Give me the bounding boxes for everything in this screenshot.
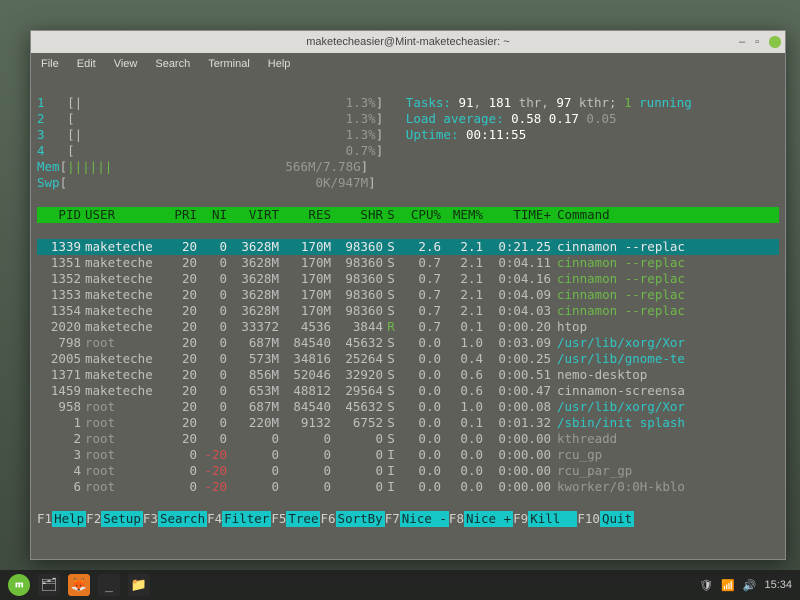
- fkey-tree[interactable]: F5Tree: [271, 511, 320, 527]
- process-row[interactable]: 2020maketeche2003337245363844R0.70.10:00…: [37, 319, 779, 335]
- fkey-filter[interactable]: F4Filter: [207, 511, 271, 527]
- menu-terminal[interactable]: Terminal: [208, 58, 250, 70]
- network-icon[interactable]: 📶: [721, 579, 735, 592]
- process-row[interactable]: 2005maketeche200573M3481625264S0.00.40:0…: [37, 351, 779, 367]
- fkey-quit[interactable]: F10Quit: [577, 511, 634, 527]
- minimize-icon[interactable]: –: [739, 36, 745, 48]
- fkey-kill[interactable]: F9Kill: [513, 511, 577, 527]
- terminal-body[interactable]: 1 [| 1.3%] Tasks: 91, 181 thr, 97 kthr; …: [31, 75, 785, 559]
- terminal-taskbar-icon[interactable]: _: [98, 574, 120, 596]
- firefox-icon[interactable]: 🦊: [68, 574, 90, 596]
- process-row[interactable]: 3root0-20000I0.00.00:00.00rcu_gp: [37, 447, 779, 463]
- column-header[interactable]: PIDUSERPRINIVIRTRESSHRSCPU%MEM%TIME+Comm…: [37, 207, 779, 223]
- process-row[interactable]: 1root200220M91326752S0.00.10:01.32/sbin/…: [37, 415, 779, 431]
- menu-file[interactable]: File: [41, 58, 59, 70]
- process-row[interactable]: 1353maketeche2003628M170M98360S0.72.10:0…: [37, 287, 779, 303]
- process-row[interactable]: 1352maketeche2003628M170M98360S0.72.10:0…: [37, 271, 779, 287]
- volume-icon[interactable]: 🔊: [743, 579, 757, 592]
- process-row[interactable]: 1339maketeche2003628M170M98360S2.62.10:2…: [37, 239, 779, 255]
- menu-help[interactable]: Help: [268, 58, 291, 70]
- menu-search[interactable]: Search: [155, 58, 190, 70]
- fkey-sortby[interactable]: F6SortBy: [320, 511, 384, 527]
- fkey-nice +[interactable]: F8Nice +: [449, 511, 513, 527]
- close-icon[interactable]: [769, 36, 781, 48]
- taskbar[interactable]: 🗂 🦊 _ 📁 🛡 📶 🔊 15:34: [0, 570, 800, 600]
- fkey-setup[interactable]: F2Setup: [86, 511, 143, 527]
- fkey-help[interactable]: F1Help: [37, 511, 86, 527]
- maximize-icon[interactable]: ▫: [755, 36, 759, 48]
- menu-edit[interactable]: Edit: [77, 58, 96, 70]
- function-keys: F1HelpF2SetupF3SearchF4FilterF5TreeF6Sor…: [37, 511, 779, 527]
- process-row[interactable]: 2root200000S0.00.00:00.00kthreadd: [37, 431, 779, 447]
- process-row[interactable]: 6root0-20000I0.00.00:00.00kworker/0:0H-k…: [37, 479, 779, 495]
- process-row[interactable]: 4root0-20000I0.00.00:00.00rcu_par_gp: [37, 463, 779, 479]
- clock[interactable]: 15:34: [764, 579, 792, 591]
- process-row[interactable]: 798root200687M8454045632S0.01.00:03.09/u…: [37, 335, 779, 351]
- fkey-nice -[interactable]: F7Nice -: [385, 511, 449, 527]
- process-row[interactable]: 1354maketeche2003628M170M98360S0.72.10:0…: [37, 303, 779, 319]
- terminal-window: maketecheasier@Mint-maketecheasier: ~ – …: [30, 30, 786, 560]
- titlebar[interactable]: maketecheasier@Mint-maketecheasier: ~ – …: [31, 31, 785, 53]
- menubar: File Edit View Search Terminal Help: [31, 53, 785, 75]
- start-menu-icon[interactable]: [8, 574, 30, 596]
- folder-taskbar-icon[interactable]: 📁: [128, 574, 150, 596]
- process-row[interactable]: 1351maketeche2003628M170M98360S0.72.10:0…: [37, 255, 779, 271]
- menu-view[interactable]: View: [114, 58, 138, 70]
- fkey-search[interactable]: F3Search: [143, 511, 207, 527]
- process-row[interactable]: 1371maketeche200856M5204632920S0.00.60:0…: [37, 367, 779, 383]
- shield-icon[interactable]: 🛡: [699, 579, 713, 592]
- process-row[interactable]: 958root200687M8454045632S0.01.00:00.08/u…: [37, 399, 779, 415]
- files-icon[interactable]: 🗂: [38, 574, 60, 596]
- window-title: maketecheasier@Mint-maketecheasier: ~: [306, 36, 509, 48]
- process-row[interactable]: 1459maketeche200653M4881229564S0.00.60:0…: [37, 383, 779, 399]
